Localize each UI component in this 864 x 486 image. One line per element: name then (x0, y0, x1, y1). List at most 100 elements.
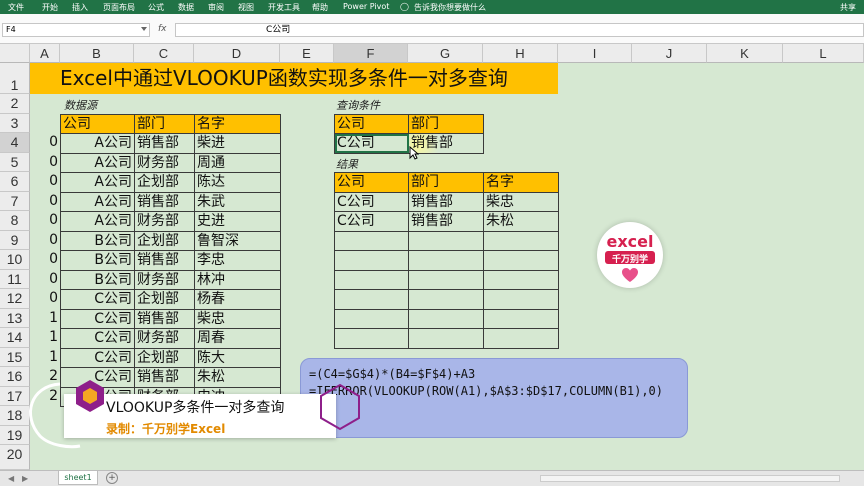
add-sheet-button[interactable]: + (106, 472, 118, 484)
cell[interactable] (483, 289, 559, 310)
row-header-8[interactable]: 8 (0, 211, 30, 231)
col-header-g[interactable]: G (408, 44, 483, 63)
cell[interactable]: C公司 (334, 211, 409, 232)
col-header-j[interactable]: J (632, 44, 707, 63)
header-cell-company[interactable]: 公司 (334, 172, 409, 193)
cell[interactable]: 企划部 (134, 347, 195, 368)
cell[interactable]: C公司 (334, 191, 409, 212)
cell[interactable]: 周通 (194, 152, 281, 173)
tell-me-search[interactable]: 告诉我你想要做什么 (414, 2, 486, 13)
cell[interactable]: 销售部 (408, 211, 484, 232)
header-cell-dept[interactable]: 部门 (408, 113, 484, 134)
cell[interactable] (334, 328, 409, 349)
cell[interactable]: B公司 (60, 250, 135, 271)
tab-formulas[interactable]: 公式 (148, 2, 164, 13)
cell[interactable] (408, 289, 484, 310)
cell[interactable]: 财务部 (134, 152, 195, 173)
cell[interactable] (334, 308, 409, 329)
sheet-title[interactable]: Excel中通过VLOOKUP函数实现多条件一对多查询 (30, 63, 558, 94)
cell[interactable] (483, 250, 559, 271)
cell[interactable]: 销售部 (408, 191, 484, 212)
cell[interactable]: C公司 (60, 289, 135, 310)
header-cell-dept[interactable]: 部门 (408, 172, 484, 193)
row-header-15[interactable]: 15 (0, 347, 30, 367)
helper-cell[interactable]: 1 (30, 328, 60, 348)
chevron-down-icon[interactable] (141, 27, 147, 31)
cell[interactable]: 销售部 (134, 308, 195, 329)
source-label[interactable]: 数据源 (64, 97, 97, 113)
col-header-k[interactable]: K (707, 44, 783, 63)
cell[interactable]: 财务部 (134, 269, 195, 290)
tab-file[interactable]: 文件 (8, 2, 24, 13)
row-header-1[interactable]: 1 (0, 63, 30, 94)
col-header-l[interactable]: L (783, 44, 864, 63)
row-header-5[interactable]: 5 (0, 152, 30, 172)
cell[interactable]: 柴忠 (194, 308, 281, 329)
cell[interactable]: 林冲 (194, 269, 281, 290)
cell[interactable]: A公司 (60, 152, 135, 173)
cell[interactable]: C公司 (60, 308, 135, 329)
cell[interactable]: 销售部 (134, 250, 195, 271)
tab-review[interactable]: 审阅 (208, 2, 224, 13)
tab-power-pivot[interactable]: Power Pivot (343, 2, 389, 11)
cell[interactable]: C公司 (60, 328, 135, 349)
cell[interactable]: 财务部 (134, 328, 195, 349)
cell[interactable]: 企划部 (134, 172, 195, 193)
cell[interactable]: 企划部 (134, 289, 195, 310)
helper-cell[interactable]: 0 (30, 289, 60, 309)
cell[interactable]: 企划部 (134, 230, 195, 251)
cell[interactable]: 朱武 (194, 191, 281, 212)
cell[interactable] (483, 269, 559, 290)
col-header-e[interactable]: E (280, 44, 334, 63)
row-header-13[interactable]: 13 (0, 308, 30, 328)
row-header-6[interactable]: 6 (0, 172, 30, 192)
scroll-right-icon[interactable]: ▶ (22, 474, 28, 483)
cell[interactable]: 史进 (194, 211, 281, 232)
cell[interactable] (334, 269, 409, 290)
row-header-4[interactable]: 4 (0, 133, 30, 153)
result-label[interactable]: 结果 (336, 156, 358, 172)
header-cell-company[interactable]: 公司 (334, 113, 409, 134)
col-header-a[interactable]: A (30, 44, 60, 63)
helper-cell[interactable]: 0 (30, 133, 60, 153)
helper-cell[interactable]: 1 (30, 309, 60, 329)
row-header-2[interactable]: 2 (0, 94, 30, 114)
row-header-3[interactable]: 3 (0, 113, 30, 133)
col-header-i[interactable]: I (558, 44, 632, 63)
header-cell-name[interactable]: 名字 (194, 113, 281, 134)
cell[interactable]: 柴进 (194, 133, 281, 154)
helper-cell[interactable]: 0 (30, 231, 60, 251)
share-button[interactable]: 共享 (840, 2, 856, 13)
helper-cell[interactable]: 0 (30, 270, 60, 290)
cell[interactable]: B公司 (60, 230, 135, 251)
cell[interactable]: A公司 (60, 172, 135, 193)
tab-help[interactable]: 帮助 (312, 2, 328, 13)
cell[interactable]: 周春 (194, 328, 281, 349)
tab-insert[interactable]: 插入 (72, 2, 88, 13)
row-header-12[interactable]: 12 (0, 289, 30, 309)
cell[interactable]: 销售部 (408, 133, 484, 154)
cell[interactable]: 销售部 (134, 133, 195, 154)
cell[interactable] (483, 308, 559, 329)
tab-data[interactable]: 数据 (178, 2, 194, 13)
header-cell-dept[interactable]: 部门 (134, 113, 195, 134)
tab-page-layout[interactable]: 页面布局 (103, 2, 135, 13)
cell[interactable] (334, 230, 409, 251)
cell[interactable]: 销售部 (134, 191, 195, 212)
sheet-tab-sheet1[interactable]: sheet1 (58, 471, 98, 485)
scroll-left-icon[interactable]: ◀ (8, 474, 14, 483)
cell[interactable] (483, 328, 559, 349)
selected-cell-f4[interactable]: C公司 (334, 133, 409, 154)
cell[interactable]: 陈大 (194, 347, 281, 368)
cell[interactable] (408, 250, 484, 271)
cell[interactable]: 财务部 (134, 211, 195, 232)
cell[interactable] (334, 289, 409, 310)
cell[interactable] (334, 250, 409, 271)
helper-cell[interactable]: 0 (30, 172, 60, 192)
cell[interactable]: B公司 (60, 269, 135, 290)
cell[interactable] (408, 269, 484, 290)
select-all-corner[interactable] (0, 44, 30, 63)
header-cell-name[interactable]: 名字 (483, 172, 559, 193)
helper-cell[interactable]: 0 (30, 250, 60, 270)
cell[interactable]: 鲁智深 (194, 230, 281, 251)
